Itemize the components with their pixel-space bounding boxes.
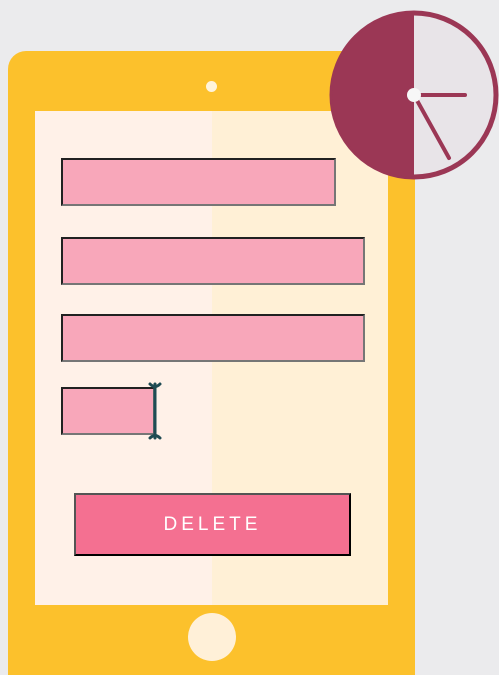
delete-button[interactable]: DELETE bbox=[74, 493, 351, 556]
tablet-screen: DELETE bbox=[35, 111, 388, 605]
clock-icon bbox=[329, 10, 499, 180]
tablet-camera bbox=[206, 81, 217, 92]
form-field-1[interactable] bbox=[61, 158, 336, 206]
form-field-2[interactable] bbox=[61, 237, 365, 285]
text-cursor-icon bbox=[148, 382, 162, 440]
form-field-3[interactable] bbox=[61, 314, 365, 362]
form-field-4[interactable] bbox=[61, 387, 155, 435]
home-button[interactable] bbox=[188, 613, 236, 661]
